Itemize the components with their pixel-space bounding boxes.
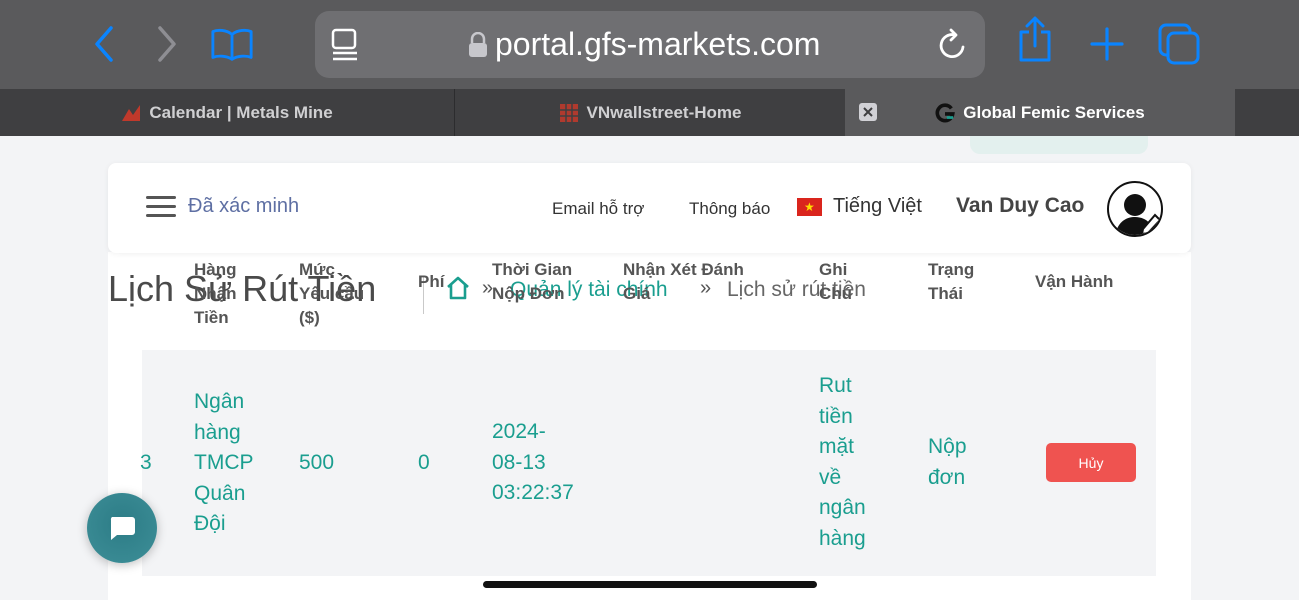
table-row (142, 576, 1156, 600)
tabs-icon[interactable] (1158, 22, 1202, 66)
cell-amount: 500 (299, 451, 335, 474)
vietnam-flag-icon[interactable]: ★ (797, 198, 822, 216)
cell-status: Nộp đơn (928, 435, 967, 489)
app-header: Đã xác minh Email hỗ trợ Thông báo ★ Tiế… (108, 163, 1191, 253)
reader-icon[interactable] (331, 28, 361, 62)
web-page: Lịch Sử Rút Tiền » Quản lý tài chính » L… (0, 136, 1299, 600)
forward-icon[interactable] (145, 22, 189, 66)
tab-vnwallstreet[interactable]: VNwallstreet-Home (455, 89, 845, 136)
lock-icon (467, 31, 489, 58)
address-bar[interactable]: portal.gfs-markets.com (315, 11, 985, 78)
tab-bar: Calendar | Metals Mine VNwallstreet-Home… (0, 89, 1299, 136)
tab-global-femic-services[interactable]: Global Femic Services (845, 89, 1235, 136)
close-tab-icon[interactable] (859, 103, 877, 121)
column-header-fee: Phí (418, 272, 445, 291)
gfs-favicon (935, 102, 956, 122)
tab-title: VNwallstreet-Home (586, 102, 742, 122)
tab-title: Calendar | Metals Mine (149, 102, 333, 122)
cancel-withdrawal-button[interactable]: Hủy (1046, 443, 1136, 482)
column-header-amount: Mức Yêu cầu ($) (299, 260, 365, 327)
hamburger-menu-icon[interactable] (146, 196, 176, 218)
share-icon[interactable] (1013, 16, 1057, 62)
language-selector[interactable]: Tiếng Việt (833, 195, 922, 218)
column-header-time: Thời Gian Nộp Đơn (492, 260, 573, 303)
home-indicator (483, 581, 817, 588)
home-icon[interactable] (445, 275, 471, 301)
cell-note: Rut tiền mặt về ngân hàng (819, 374, 866, 550)
metals-mine-favicon (122, 104, 141, 121)
column-header-bank: Hàng Nhận Tiền (194, 260, 237, 327)
support-email-link[interactable]: Email hỗ trợ (552, 199, 644, 219)
reload-icon[interactable] (937, 28, 969, 62)
cell-bank: Ngân hàng TMCP Quân Đội (194, 390, 254, 535)
back-icon[interactable] (82, 22, 126, 66)
tab-title: Global Femic Services (963, 102, 1145, 122)
column-header-status: Trạng Thái (928, 260, 975, 303)
vnwallstreet-favicon (559, 103, 578, 122)
new-tab-icon[interactable] (1085, 22, 1129, 66)
table-row (142, 350, 1156, 576)
user-avatar-icon[interactable] (1107, 181, 1163, 237)
chat-icon[interactable] (87, 493, 157, 563)
cell-id: 3 (140, 451, 152, 474)
bookmarks-icon[interactable] (210, 22, 254, 66)
browser-toolbar: portal.gfs-markets.com (0, 0, 1299, 89)
cell-fee: 0 (418, 451, 430, 474)
user-name[interactable]: Van Duy Cao (956, 194, 1084, 218)
background-pill (970, 136, 1148, 154)
tab-calendar-metals-mine[interactable]: Calendar | Metals Mine (0, 89, 454, 136)
address-url[interactable]: portal.gfs-markets.com (495, 11, 820, 78)
column-header-action: Vận Hành (1035, 272, 1114, 291)
notifications-link[interactable]: Thông báo (689, 199, 770, 219)
cell-time: 2024- 08-13 03:22:37 (492, 420, 574, 504)
verification-status: Đã xác minh (188, 195, 300, 217)
column-header-note: Ghi Chú (819, 260, 853, 303)
column-header-review: Nhận Xét Đánh Giá (623, 260, 744, 303)
